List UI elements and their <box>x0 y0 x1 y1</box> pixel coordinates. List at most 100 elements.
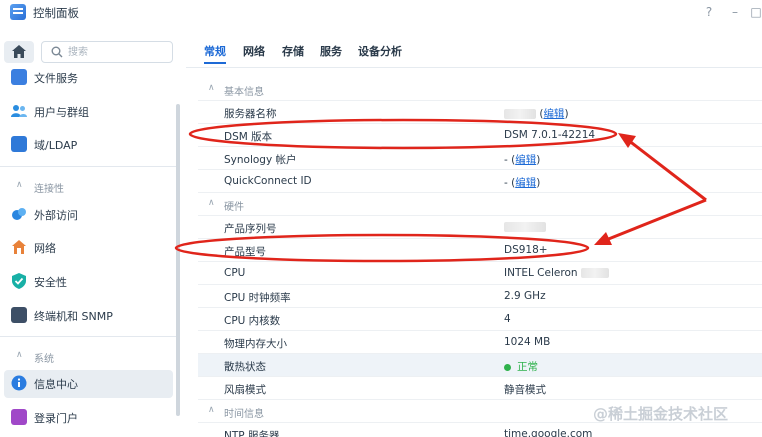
sidebar-item-login-portal[interactable]: 登录门户 <box>4 404 173 432</box>
status-ok-dot-icon <box>504 363 511 371</box>
sidebar-item-label: 安全性 <box>34 276 67 289</box>
info-row-cpu-cores: CPU 内核数 4 <box>198 308 762 331</box>
status-text: 正常 <box>517 361 538 373</box>
login-portal-icon <box>11 409 27 425</box>
tab-bar: 常规 网络 存储 服务 设备分析 <box>186 34 762 68</box>
info-row-memory: 物理内存大小 1024 MB <box>198 331 762 354</box>
info-row-cpu-clock: CPU 时钟频率 2.9 GHz <box>198 285 762 308</box>
redacted-value <box>504 109 536 119</box>
section-label: 时间信息 <box>224 409 264 420</box>
control-panel-window: 控制面板 ? – □ 文件服务 用户与群组 <box>0 0 762 437</box>
watermark-text: @稀土掘金技术社区 <box>593 405 729 423</box>
row-value: - (编辑) <box>504 177 541 189</box>
section-basic-info[interactable]: ∧ 基本信息 <box>198 78 762 101</box>
active-tab-indicator <box>204 62 226 64</box>
row-key: 风扇模式 <box>224 384 266 396</box>
search-icon <box>51 46 63 58</box>
external-access-icon <box>11 206 27 222</box>
row-key: DSM 版本 <box>224 131 273 143</box>
maximize-button[interactable]: □ <box>749 5 762 19</box>
row-key: CPU <box>224 267 246 279</box>
sidebar-item-file-services[interactable]: 文件服务 <box>4 64 173 92</box>
info-row-model: 产品型号 DS918+ <box>198 239 762 262</box>
sidebar-section-system[interactable]: ∧ 系统 <box>4 347 173 367</box>
help-button[interactable]: ? <box>702 5 716 19</box>
row-value: 4 <box>504 313 511 325</box>
domain-ldap-icon <box>11 136 27 152</box>
tab-services[interactable]: 服务 <box>320 43 342 59</box>
sidebar-item-info-center[interactable]: 信息中心 <box>4 370 173 398</box>
tab-storage[interactable]: 存储 <box>282 43 304 59</box>
info-center-icon <box>11 375 27 391</box>
row-value: time.google.com <box>504 428 593 437</box>
info-row-fan-mode: 风扇模式 静音模式 <box>198 377 762 400</box>
sidebar-item-label: 网络 <box>34 242 56 255</box>
row-key: CPU 内核数 <box>224 315 281 327</box>
edit-server-name-link[interactable]: 编辑 <box>543 108 564 120</box>
sidebar-item-label: 外部访问 <box>34 209 78 222</box>
row-key: Synology 帐户 <box>224 154 297 166</box>
row-key: 产品序列号 <box>224 223 277 235</box>
sidebar-item-network[interactable]: 网络 <box>4 234 173 262</box>
section-hardware[interactable]: ∧ 硬件 <box>198 193 762 216</box>
sidebar-item-label: 域/LDAP <box>34 139 78 152</box>
search-input[interactable] <box>68 44 168 60</box>
edit-quickconnect-link[interactable]: 编辑 <box>515 177 536 189</box>
control-panel-app-icon <box>10 4 26 20</box>
row-value: INTEL Celeron <box>504 267 609 279</box>
tab-divider <box>186 67 762 68</box>
row-key: 产品型号 <box>224 246 266 258</box>
row-value: 1024 MB <box>504 336 551 348</box>
row-key: NTP 服务器 <box>224 430 280 437</box>
sidebar-item-label: 登录门户 <box>34 412 78 425</box>
cpu-model-text: INTEL Celeron <box>504 267 578 279</box>
file-services-icon <box>11 69 27 85</box>
tab-device-analytics[interactable]: 设备分析 <box>358 43 402 59</box>
row-value: (编辑) <box>504 106 569 121</box>
minimize-button[interactable]: – <box>728 5 742 19</box>
section-label: 系统 <box>34 354 54 365</box>
info-row-ntp-server: NTP 服务器 time.google.com <box>198 423 762 437</box>
sidebar-item-terminal-snmp[interactable]: 终端机和 SNMP <box>4 302 173 330</box>
main-panel: 常规 网络 存储 服务 设备分析 ∧ 基本信息 服务器名称 (编辑) DSM 版… <box>186 34 762 437</box>
edit-synology-account-link[interactable]: 编辑 <box>515 154 536 166</box>
info-row-serial-number: 产品序列号 <box>198 216 762 239</box>
network-icon <box>11 239 27 255</box>
shield-icon <box>11 273 27 289</box>
search-field[interactable] <box>41 41 173 63</box>
sidebar-item-external-access[interactable]: 外部访问 <box>4 201 173 229</box>
tab-general[interactable]: 常规 <box>204 43 226 59</box>
sidebar-item-domain-ldap[interactable]: 域/LDAP <box>4 131 173 159</box>
tab-network[interactable]: 网络 <box>243 43 265 59</box>
row-key: 服务器名称 <box>224 108 277 120</box>
chevron-up-icon: ∧ <box>208 198 215 208</box>
chevron-up-icon: ∧ <box>208 405 215 415</box>
info-row-server-name: 服务器名称 (编辑) <box>198 101 762 124</box>
sidebar: 文件服务 用户与群组 域/LDAP ∧ 连接性 外部访问 网络 <box>0 34 186 437</box>
redacted-value <box>580 268 609 278</box>
info-row-cpu: CPU INTEL Celeron <box>198 262 762 285</box>
info-row-synology-account: Synology 帐户 - (编辑) <box>198 147 762 170</box>
chevron-up-icon: ∧ <box>16 350 23 360</box>
home-icon <box>12 45 26 58</box>
sidebar-scrollbar[interactable] <box>176 104 180 416</box>
row-value: 2.9 GHz <box>504 290 546 302</box>
info-row-thermal-status: 散热状态 正常 <box>198 354 762 377</box>
row-value-prefix: - ( <box>504 177 516 189</box>
sidebar-item-label: 文件服务 <box>34 72 78 85</box>
section-label: 基本信息 <box>224 87 264 98</box>
sidebar-item-security[interactable]: 安全性 <box>4 268 173 296</box>
home-button[interactable] <box>4 41 34 63</box>
row-value: 正常 <box>504 359 538 374</box>
info-row-quickconnect-id: QuickConnect ID - (编辑) <box>198 170 762 193</box>
sidebar-item-users-groups[interactable]: 用户与群组 <box>4 98 173 126</box>
chevron-up-icon: ∧ <box>208 83 215 93</box>
row-value: - (编辑) <box>504 154 541 166</box>
row-value <box>504 221 546 233</box>
row-key: CPU 时钟频率 <box>224 292 291 304</box>
row-value: DS918+ <box>504 244 548 256</box>
window-title: 控制面板 <box>33 6 79 20</box>
section-label: 连接性 <box>34 184 64 195</box>
sidebar-divider <box>0 336 176 337</box>
sidebar-section-connectivity[interactable]: ∧ 连接性 <box>4 177 173 197</box>
